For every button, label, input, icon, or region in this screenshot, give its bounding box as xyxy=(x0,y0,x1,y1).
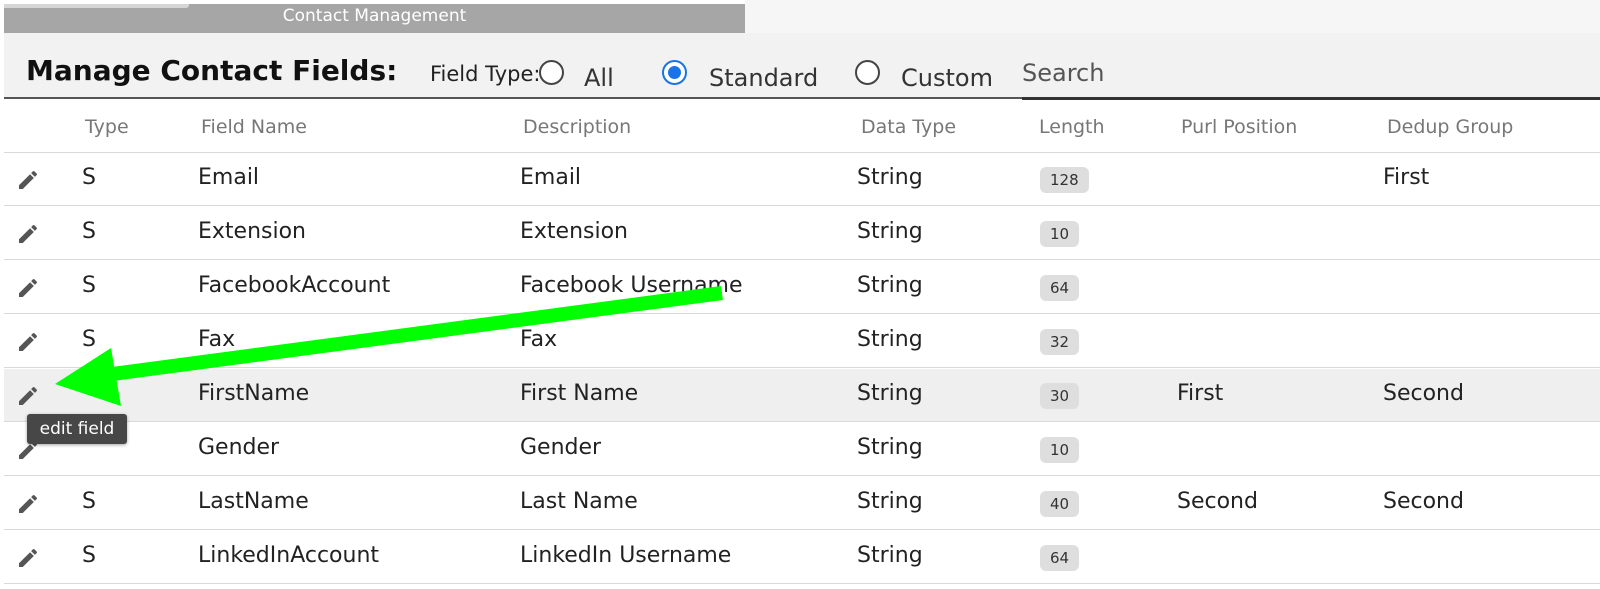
cell-type: S xyxy=(82,543,96,568)
page-title: Manage Contact Fields: xyxy=(26,54,398,87)
top-strip xyxy=(745,0,1600,33)
cell-description: First Name xyxy=(520,381,639,406)
cell-dedup-group: First xyxy=(1383,165,1430,190)
cell-data-type: String xyxy=(857,219,923,244)
cell-type: S xyxy=(82,327,96,352)
length-badge: 40 xyxy=(1040,491,1080,517)
titlebar-tab-edge xyxy=(4,4,189,8)
table-row: S Email Email String First 128 xyxy=(4,153,1600,206)
column-header-description[interactable]: Description xyxy=(523,116,631,138)
cell-dedup-group: Second xyxy=(1383,381,1464,406)
length-badge: 64 xyxy=(1040,275,1080,301)
cell-field-name: FacebookAccount xyxy=(198,273,391,298)
cell-description: Gender xyxy=(520,435,602,460)
length-badge: 32 xyxy=(1040,329,1080,355)
pencil-icon[interactable] xyxy=(16,384,40,408)
cell-field-name: Email xyxy=(198,165,260,190)
pencil-icon[interactable] xyxy=(16,546,40,570)
cell-data-type: String xyxy=(857,435,923,460)
pencil-icon[interactable] xyxy=(16,168,40,192)
field-type-label: Field Type: xyxy=(430,62,541,86)
filter-custom-radio[interactable] xyxy=(855,60,880,85)
cell-description: Email xyxy=(520,165,582,190)
column-header-data-type[interactable]: Data Type xyxy=(861,116,956,138)
filter-all-label[interactable]: All xyxy=(584,64,614,92)
table-row: S Fax Fax String 32 xyxy=(4,315,1600,368)
cell-type: S xyxy=(82,489,96,514)
filter-custom-label[interactable]: Custom xyxy=(901,64,993,92)
column-header-length[interactable]: Length xyxy=(1039,116,1105,138)
cell-field-name: Extension xyxy=(198,219,307,244)
cell-dedup-group: Second xyxy=(1383,489,1464,514)
length-badge: 128 xyxy=(1040,167,1089,193)
cell-description: Fax xyxy=(520,327,558,352)
cell-data-type: String xyxy=(857,273,923,298)
filter-all-radio[interactable] xyxy=(539,60,564,85)
table-row: S Extension Extension String 10 xyxy=(4,207,1600,260)
table-row: S FacebookAccount Facebook Username String 6… xyxy=(4,261,1600,314)
cell-data-type: String xyxy=(857,381,923,406)
column-header-type[interactable]: Type xyxy=(85,116,129,138)
cell-description: Last Name xyxy=(520,489,638,514)
pencil-icon[interactable] xyxy=(16,492,40,516)
cell-data-type: String xyxy=(857,327,923,352)
cell-field-name: LinkedInAccount xyxy=(198,543,380,568)
length-badge: 64 xyxy=(1040,545,1080,571)
window-title: Contact Management xyxy=(282,6,467,26)
search-underline xyxy=(1022,97,1600,100)
pencil-icon[interactable] xyxy=(16,222,40,246)
column-header-field-name[interactable]: Field Name xyxy=(201,116,307,138)
length-badge: 30 xyxy=(1040,383,1080,409)
table-row: S LinkedInAccount LinkedIn Username String 6… xyxy=(4,531,1600,584)
column-header-dedup-group[interactable]: Dedup Group xyxy=(1387,116,1513,138)
cell-description: Extension xyxy=(520,219,629,244)
cell-purl-position: Second xyxy=(1177,489,1258,514)
column-header-purl-position[interactable]: Purl Position xyxy=(1181,116,1297,138)
table-row: S LastName Last Name String Second Second 40 xyxy=(4,477,1600,530)
table-row: Gender Gender String 10 xyxy=(4,423,1600,476)
cell-field-name: FirstName xyxy=(198,381,310,406)
cell-field-name: LastName xyxy=(198,489,309,514)
cell-description: LinkedIn Username xyxy=(520,543,732,568)
pencil-icon[interactable] xyxy=(16,276,40,300)
cell-type: S xyxy=(82,219,96,244)
cell-data-type: String xyxy=(857,543,923,568)
cell-data-type: String xyxy=(857,165,923,190)
pencil-icon[interactable] xyxy=(16,330,40,354)
cell-data-type: String xyxy=(857,489,923,514)
cell-description: Facebook Username xyxy=(520,273,743,298)
cell-field-name: Fax xyxy=(198,327,236,352)
cell-type: S xyxy=(82,273,96,298)
table-row: FirstName First Name String First Second 30 xyxy=(4,369,1600,422)
cell-type: S xyxy=(82,165,96,190)
cell-purl-position: First xyxy=(1177,381,1224,406)
search-input[interactable] xyxy=(1022,55,1600,91)
edit-field-tooltip: edit field xyxy=(27,414,127,444)
window-titlebar: Contact Management xyxy=(4,4,745,33)
filter-standard-radio[interactable] xyxy=(662,60,687,85)
filter-standard-label[interactable]: Standard xyxy=(709,64,818,92)
cell-field-name: Gender xyxy=(198,435,280,460)
length-badge: 10 xyxy=(1040,221,1080,247)
length-badge: 10 xyxy=(1040,437,1080,463)
